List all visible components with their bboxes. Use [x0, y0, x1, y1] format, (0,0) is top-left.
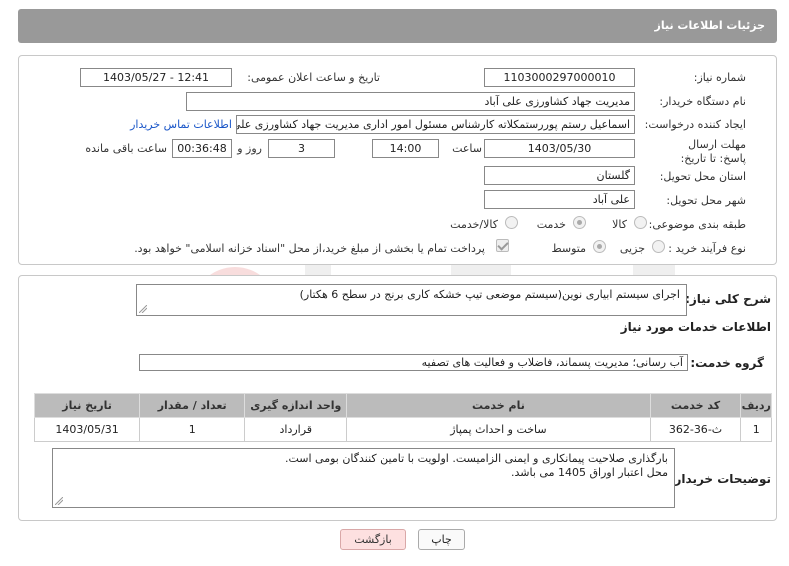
buyer-notes-line-2: محل اعتبار اوراق 1405 می باشد. — [511, 466, 668, 479]
process-option-minor: جزیی — [619, 242, 645, 255]
announce-date-field: 1403/05/27 - 12:41 — [80, 68, 232, 87]
payment-note: پرداخت تمام یا بخشی از مبلغ خرید،از محل … — [134, 242, 485, 255]
category-label: طبقه بندی موضوعی: — [648, 218, 746, 231]
deadline-date-field: 1403/05/30 — [484, 139, 635, 158]
summary-textarea[interactable]: اجرای سیستم ابیاری نوین(سیستم موضعی تیپ … — [136, 284, 687, 316]
table-header-row: ردیف کد خدمت نام خدمت واحد اندازه گیری ت… — [33, 393, 772, 418]
process-radio-minor[interactable] — [652, 240, 665, 253]
col-header-service-code: کد خدمت — [649, 393, 742, 418]
print-button[interactable]: چاپ — [418, 529, 465, 550]
col-header-need-date: تاریخ نیاز — [33, 393, 141, 418]
service-group-label: گروه خدمت: — [690, 356, 764, 370]
category-radio-goods[interactable] — [634, 216, 647, 229]
category-radio-service[interactable] — [573, 216, 586, 229]
requester-field: اسماعیل رستم پوررستمکلاته کارشناس مسئول … — [236, 115, 635, 134]
time-remaining-label: ساعت باقی مانده — [85, 142, 167, 155]
province-field: گلستان — [484, 166, 635, 185]
header-bar: جزئیات اطلاعات نیاز — [18, 9, 777, 43]
category-radio-goods-service[interactable] — [505, 216, 518, 229]
category-option-goods-service: کالا/خدمت — [450, 218, 498, 231]
cell-need-date: 1403/05/31 — [33, 417, 141, 442]
process-option-medium: متوسط — [551, 242, 586, 255]
city-field: علی آباد — [484, 190, 635, 209]
process-type-label: نوع فرآیند خرید : — [668, 242, 746, 255]
buyer-org-label: نام دستگاه خریدار: — [659, 95, 746, 108]
province-label: استان محل تحویل: — [659, 170, 746, 183]
buyer-org-field: مدیریت جهاد کشاورزی علی آباد — [186, 92, 635, 111]
deadline-label: مهلت ارسال پاسخ: تا تاریخ: — [680, 138, 746, 165]
col-header-unit: واحد اندازه گیری — [244, 393, 348, 418]
services-table: ردیف کد خدمت نام خدمت واحد اندازه گیری ت… — [33, 393, 772, 442]
col-header-row-num: ردیف — [740, 393, 772, 418]
page-title: جزئیات اطلاعات نیاز — [654, 19, 766, 32]
need-number-field: 1103000297000010 — [484, 68, 635, 87]
category-option-goods: کالا — [612, 218, 627, 231]
cell-service-name: ساخت و احداث پمپاژ — [346, 417, 651, 442]
table-row: 1 ث-36-362 ساخت و احداث پمپاژ قرارداد 1 … — [33, 417, 772, 442]
summary-text: اجرای سیستم ابیاری نوین(سیستم موضعی تیپ … — [299, 288, 680, 301]
cell-service-code: ث-36-362 — [649, 417, 742, 442]
col-header-quantity: تعداد / مقدار — [139, 393, 246, 418]
deadline-time-label: ساعت — [452, 142, 482, 155]
buyer-notes-line-1: بارگذاری صلاحیت پیمانکاری و ایمنی الزامی… — [284, 452, 668, 465]
requester-label: ایجاد کننده درخواست: — [644, 118, 746, 131]
days-label: روز و — [237, 142, 262, 155]
need-number-label: شماره نیاز: — [693, 71, 746, 84]
announce-date-label: تاریخ و ساعت اعلان عمومی: — [247, 71, 380, 84]
city-label: شهر محل تحویل: — [666, 194, 746, 207]
resize-handle-icon[interactable] — [139, 305, 147, 313]
time-remaining-field: 00:36:48 — [172, 139, 232, 158]
process-radio-medium[interactable] — [593, 240, 606, 253]
deadline-time-field: 14:00 — [372, 139, 439, 158]
treasury-docs-checkbox[interactable] — [496, 239, 509, 252]
buyer-notes-label: توضیحات خریدار: — [669, 472, 771, 486]
days-remaining-field: 3 — [268, 139, 335, 158]
cell-row-num: 1 — [740, 417, 772, 442]
resize-handle-icon[interactable] — [55, 497, 63, 505]
service-group-field: آب رسانی؛ مدیریت پسماند، فاضلاب و فعالیت… — [139, 354, 688, 371]
col-header-service-name: نام خدمت — [346, 393, 651, 418]
cell-unit: قرارداد — [244, 417, 348, 442]
cell-quantity: 1 — [139, 417, 246, 442]
category-option-service: خدمت — [536, 218, 566, 231]
buyer-notes-textarea[interactable]: بارگذاری صلاحیت پیمانکاری و ایمنی الزامی… — [52, 448, 675, 508]
buyer-contact-link[interactable]: اطلاعات تماس خریدار — [130, 118, 232, 131]
services-section-title: اطلاعات خدمات مورد نیاز — [620, 320, 771, 334]
summary-label: شرح کلی نیاز: — [685, 292, 771, 306]
back-button[interactable]: بازگشت — [340, 529, 406, 550]
